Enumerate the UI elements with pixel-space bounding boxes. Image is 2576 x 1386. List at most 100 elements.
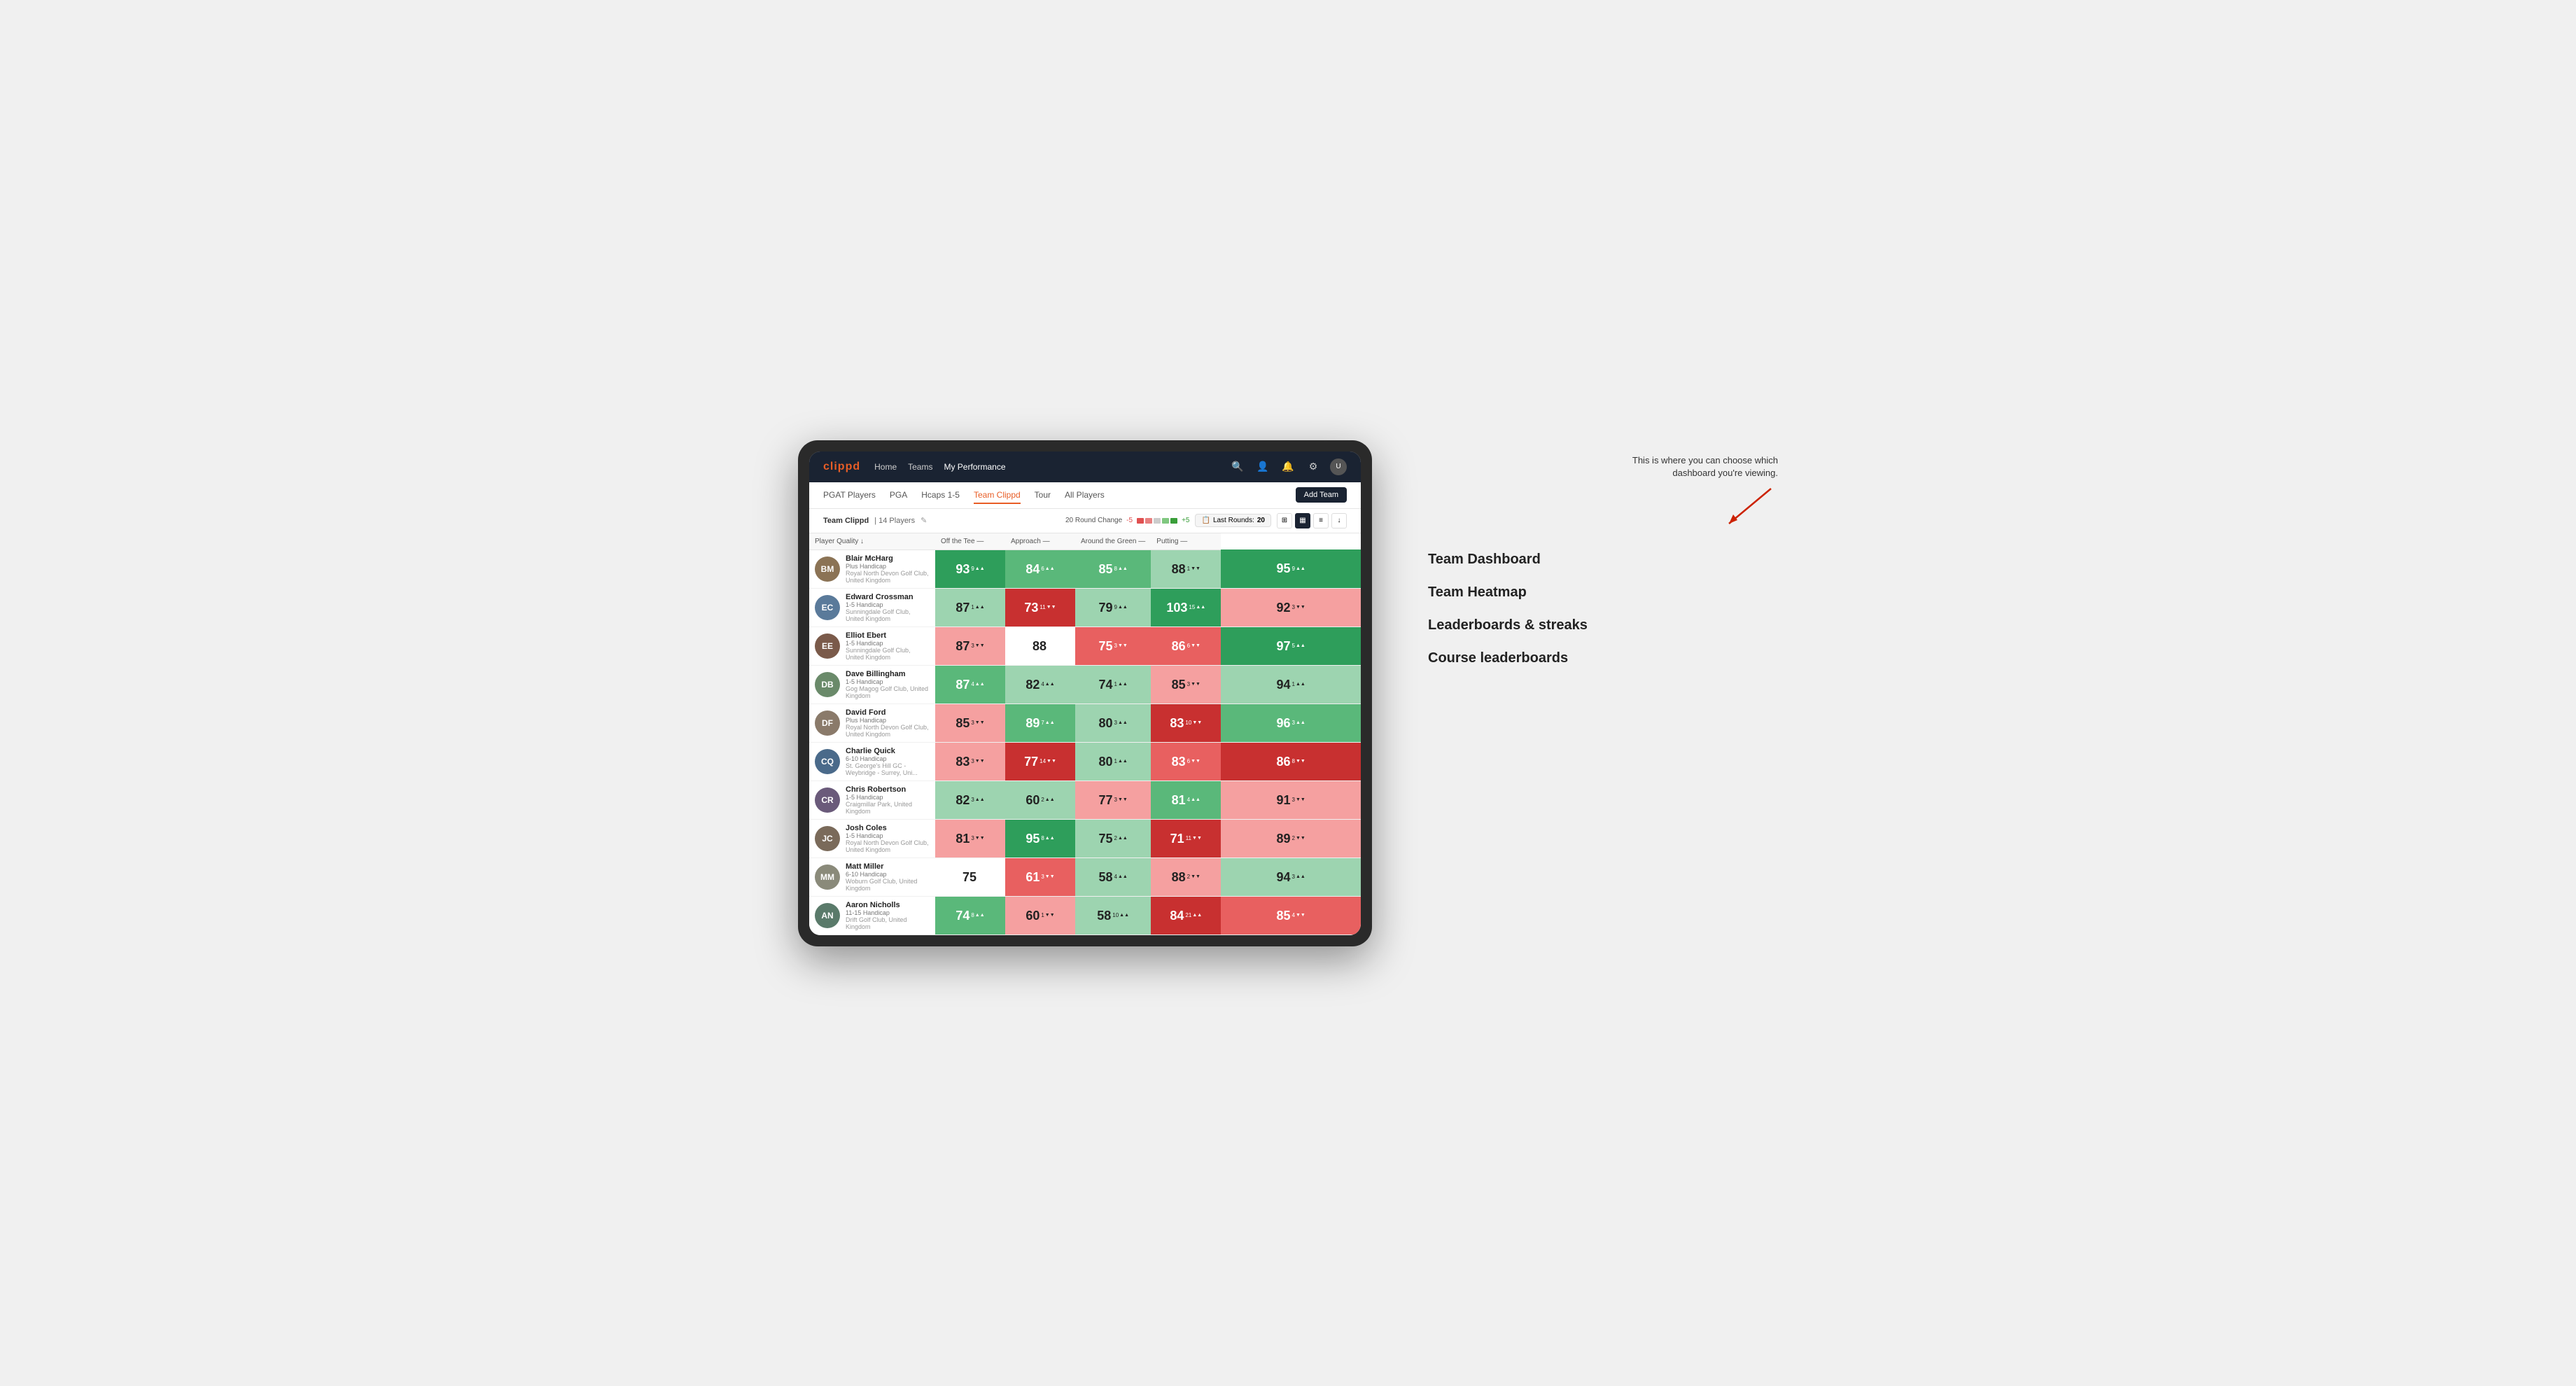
score-cell-player_quality: 87 4▲ — [935, 665, 1005, 704]
player-handicap: Plus Handicap — [846, 563, 930, 570]
search-icon[interactable]: 🔍 — [1229, 458, 1246, 475]
nav-link-myperformance[interactable]: My Performance — [944, 459, 1005, 475]
player-info: Elliot Ebert 1-5 Handicap Sunningdale Go… — [846, 631, 930, 661]
table-row[interactable]: CR Chris Robertson 1-5 Handicap Craigmil… — [809, 780, 1361, 819]
table-row[interactable]: BM Blair McHarg Plus Handicap Royal Nort… — [809, 550, 1361, 588]
score-cell-off_tee: 77 14▼ — [1005, 742, 1075, 780]
player-handicap: Plus Handicap — [846, 717, 930, 724]
player-cell: CQ Charlie Quick 6-10 Handicap St. Georg… — [809, 743, 935, 780]
score-cell-off_tee: 95 8▲ — [1005, 819, 1075, 858]
score-cell-off_tee: 84 6▲ — [1005, 550, 1075, 588]
score-cell-putting: 86 8▼ — [1221, 742, 1361, 780]
player-name: Charlie Quick — [846, 747, 930, 755]
player-cell: CR Chris Robertson 1-5 Handicap Craigmil… — [809, 781, 935, 819]
table-row[interactable]: JC Josh Coles 1-5 Handicap Royal North D… — [809, 819, 1361, 858]
option-team-dashboard[interactable]: Team Dashboard — [1428, 552, 1778, 568]
score-cell-player_quality: 75 — [935, 858, 1005, 896]
nav-link-teams[interactable]: Teams — [908, 459, 932, 475]
table-row[interactable]: DF David Ford Plus Handicap Royal North … — [809, 704, 1361, 742]
score-cell-off_tee: 60 1▼ — [1005, 896, 1075, 934]
player-club: St. George's Hill GC - Weybridge - Surre… — [846, 762, 930, 776]
score-cell-putting: 94 3▲ — [1221, 858, 1361, 896]
score-cell-putting: 89 2▼ — [1221, 819, 1361, 858]
score-cell-around_green: 85 3▼ — [1151, 665, 1221, 704]
player-cell: MM Matt Miller 6-10 Handicap Woburn Golf… — [809, 858, 935, 896]
player-handicap: 1-5 Handicap — [846, 794, 930, 801]
player-handicap: 1-5 Handicap — [846, 640, 930, 647]
player-cell: EC Edward Crossman 1-5 Handicap Sunningd… — [809, 589, 935, 626]
player-avatar: EE — [815, 634, 840, 659]
player-info: Matt Miller 6-10 Handicap Woburn Golf Cl… — [846, 862, 930, 892]
table-row[interactable]: AN Aaron Nicholls 11-15 Handicap Drift G… — [809, 896, 1361, 934]
score-cell-putting: 91 3▼ — [1221, 780, 1361, 819]
edit-icon[interactable]: ✎ — [920, 516, 927, 525]
tab-hcaps[interactable]: Hcaps 1-5 — [921, 487, 960, 504]
player-name: David Ford — [846, 708, 930, 717]
header-around-green: Around the Green — — [1075, 533, 1151, 550]
score-cell-player_quality: 81 3▼ — [935, 819, 1005, 858]
last-rounds-button[interactable]: 📋 Last Rounds: 20 — [1195, 514, 1271, 527]
player-club: Royal North Devon Golf Club, United King… — [846, 570, 930, 584]
score-cell-around_green: 86 6▼ — [1151, 626, 1221, 665]
player-name: Dave Billingham — [846, 670, 930, 678]
tab-all-players[interactable]: All Players — [1065, 487, 1105, 504]
player-avatar: CR — [815, 788, 840, 813]
list-view-button[interactable]: ≡ — [1313, 513, 1329, 528]
team-name: Team Clippd — [823, 517, 869, 525]
red-arrow-icon — [1722, 485, 1778, 527]
score-cell-around_green: 88 1▼ — [1151, 550, 1221, 588]
download-button[interactable]: ↓ — [1331, 513, 1347, 528]
player-info: Chris Robertson 1-5 Handicap Craigmillar… — [846, 785, 930, 815]
option-course-leaderboards[interactable]: Course leaderboards — [1428, 650, 1778, 666]
score-cell-approach: 74 1▲ — [1075, 665, 1151, 704]
player-handicap: 1-5 Handicap — [846, 601, 930, 608]
player-name: Chris Robertson — [846, 785, 930, 794]
tab-pgat[interactable]: PGAT Players — [823, 487, 876, 504]
score-cell-putting: 96 3▲ — [1221, 704, 1361, 742]
nav-links: Home Teams My Performance — [874, 459, 1215, 475]
tab-tour[interactable]: Tour — [1035, 487, 1051, 504]
score-cell-putting: 95 9▲ — [1221, 550, 1361, 588]
score-cell-off_tee: 73 11▼ — [1005, 588, 1075, 626]
option-team-heatmap[interactable]: Team Heatmap — [1428, 584, 1778, 601]
main-content: Player Quality ↓ Off the Tee — Approach … — [809, 533, 1361, 935]
score-cell-approach: 77 3▼ — [1075, 780, 1151, 819]
player-handicap: 6-10 Handicap — [846, 871, 930, 878]
score-cell-approach: 58 4▲ — [1075, 858, 1151, 896]
player-cell: JC Josh Coles 1-5 Handicap Royal North D… — [809, 820, 935, 858]
view-icons: ⊞ ▦ ≡ ↓ — [1277, 513, 1347, 528]
score-cell-around_green: 83 6▼ — [1151, 742, 1221, 780]
table-row[interactable]: DB Dave Billingham 1-5 Handicap Gog Mago… — [809, 665, 1361, 704]
score-cell-putting: 97 5▲ — [1221, 626, 1361, 665]
player-club: Woburn Golf Club, United Kingdom — [846, 878, 930, 892]
player-avatar: BM — [815, 556, 840, 582]
table-row[interactable]: EC Edward Crossman 1-5 Handicap Sunningd… — [809, 588, 1361, 626]
score-cell-putting: 92 3▼ — [1221, 588, 1361, 626]
settings-icon[interactable]: ⚙ — [1305, 458, 1322, 475]
tab-team-clippd[interactable]: Team Clippd — [974, 487, 1021, 504]
player-info: Dave Billingham 1-5 Handicap Gog Magog G… — [846, 670, 930, 699]
nav-link-home[interactable]: Home — [874, 459, 897, 475]
header-off-tee: Off the Tee — — [935, 533, 1005, 550]
add-team-button[interactable]: Add Team — [1296, 487, 1347, 503]
player-name: Edward Crossman — [846, 593, 930, 601]
table-row[interactable]: EE Elliot Ebert 1-5 Handicap Sunningdale… — [809, 626, 1361, 665]
score-cell-around_green: 88 2▼ — [1151, 858, 1221, 896]
data-table: Player Quality ↓ Off the Tee — Approach … — [809, 533, 1361, 935]
heatmap-view-button[interactable]: ▦ — [1295, 513, 1310, 528]
score-cell-off_tee: 61 3▼ — [1005, 858, 1075, 896]
player-cell: DF David Ford Plus Handicap Royal North … — [809, 704, 935, 742]
tablet-screen: clippd Home Teams My Performance 🔍 👤 🔔 ⚙… — [809, 451, 1361, 935]
user-icon[interactable]: 👤 — [1254, 458, 1271, 475]
player-handicap: 1-5 Handicap — [846, 832, 930, 839]
score-cell-approach: 80 3▲ — [1075, 704, 1151, 742]
player-name: Elliot Ebert — [846, 631, 930, 640]
table-row[interactable]: CQ Charlie Quick 6-10 Handicap St. Georg… — [809, 742, 1361, 780]
option-leaderboards[interactable]: Leaderboards & streaks — [1428, 617, 1778, 634]
avatar[interactable]: U — [1330, 458, 1347, 475]
bell-icon[interactable]: 🔔 — [1280, 458, 1296, 475]
player-avatar: AN — [815, 903, 840, 928]
tab-pga[interactable]: PGA — [890, 487, 907, 504]
grid-view-button[interactable]: ⊞ — [1277, 513, 1292, 528]
table-row[interactable]: MM Matt Miller 6-10 Handicap Woburn Golf… — [809, 858, 1361, 896]
